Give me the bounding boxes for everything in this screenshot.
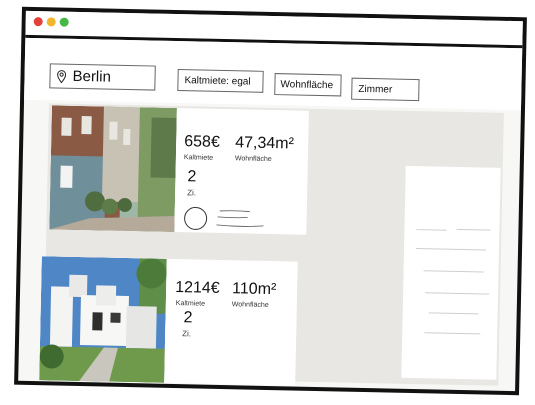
listing-area-label: Wohnfläche <box>234 155 272 164</box>
listing-price: 1214€ <box>174 279 220 297</box>
rooms-filter-button[interactable]: Zimmer <box>351 77 420 102</box>
location-search-input[interactable]: Berlin <box>49 63 156 91</box>
maximize-window-button[interactable] <box>59 17 69 27</box>
close-window-button[interactable] <box>33 17 43 27</box>
placeholder-line <box>456 228 491 231</box>
placeholder-line <box>425 292 490 295</box>
rent-filter-button[interactable]: Kaltmiete: egal <box>177 69 264 93</box>
results-area: 658€ Kaltmiete 47,34m² Wohnfläche 2 Zi. <box>39 103 504 386</box>
listing-photo[interactable] <box>49 105 177 232</box>
placeholder-line <box>416 229 447 231</box>
rent-filter-label: Kaltmiete: egal <box>184 74 251 88</box>
listing-area: 47,34m² <box>235 134 295 153</box>
listing-card[interactable]: 1214€ Kaltmiete 110m² Wohnfläche 2 Zi. <box>39 256 298 386</box>
listing-rooms-label: Zi. <box>182 329 192 339</box>
listing-rooms-label: Zi. <box>187 188 197 198</box>
area-filter-button[interactable]: Wohnfläche <box>274 73 342 97</box>
minimize-window-button[interactable] <box>46 17 56 27</box>
browser-window: Berlin Kaltmiete: egal Wohnfläche Zimmer <box>14 6 527 396</box>
listing-rooms: 2 <box>183 309 193 327</box>
listing-area-label: Wohnfläche <box>231 301 269 309</box>
listing-rooms: 2 <box>187 168 197 186</box>
listing-card[interactable]: 658€ Kaltmiete 47,34m² Wohnfläche 2 Zi. <box>49 105 309 235</box>
listing-photo[interactable] <box>39 256 167 383</box>
listing-price: 658€ <box>184 133 220 151</box>
filter-bar: Berlin Kaltmiete: egal Wohnfläche Zimmer <box>24 37 523 111</box>
rooms-filter-label: Zimmer <box>358 83 393 96</box>
location-pin-icon <box>57 69 67 83</box>
listing-price-label: Kaltmiete <box>175 300 206 308</box>
map-panel-placeholder[interactable] <box>401 165 501 380</box>
listing-agent-placeholder <box>184 206 264 230</box>
listing-area: 110m² <box>231 280 277 299</box>
placeholder-line <box>416 248 487 251</box>
area-filter-label: Wohnfläche <box>280 78 334 91</box>
placeholder-line <box>423 270 484 273</box>
listing-price-label: Kaltmiete <box>183 154 214 162</box>
placeholder-line <box>424 332 481 335</box>
search-value: Berlin <box>72 67 112 86</box>
placeholder-line <box>428 312 479 315</box>
